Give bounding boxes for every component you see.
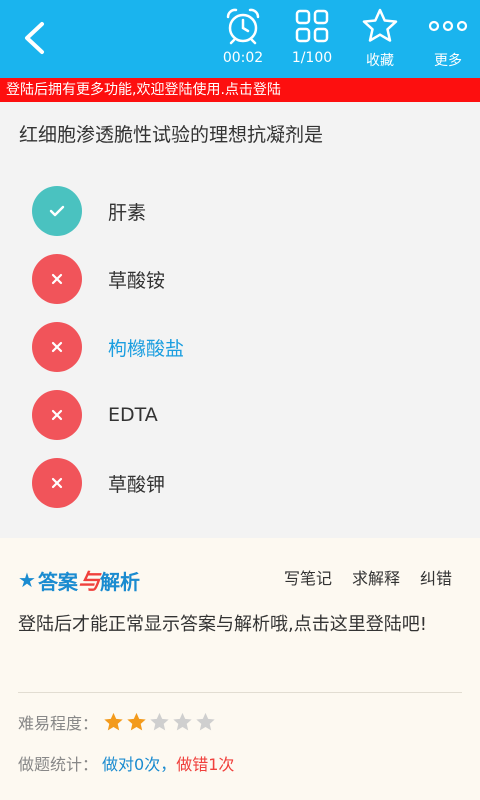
question-text: 红细胞渗透脆性试验的理想抗凝剂是 [19, 124, 324, 146]
login-banner[interactable]: 登陆后拥有更多功能,欢迎登陆使用.点击登陆 [0, 78, 480, 102]
star-filled-icon [127, 712, 146, 731]
request-explanation-button[interactable]: 求解释 [352, 565, 400, 589]
wrong-marker [32, 322, 82, 372]
favorite-button[interactable]: 收藏 [347, 4, 413, 74]
star-empty-icon [173, 712, 192, 731]
stats-correct-count: 做对0次， [102, 755, 177, 774]
option-a[interactable]: 肝素 [32, 185, 452, 237]
stats-row: 做题统计： 做对0次， 做错1次 [18, 751, 234, 775]
close-icon [51, 341, 63, 353]
stats-wrong-count: 做错1次 [176, 755, 235, 774]
top-toolbar: 00:02 1/100 收藏 更多 [0, 0, 480, 78]
difficulty-label: 难易程度： [18, 714, 99, 733]
more-label: 更多 [434, 53, 462, 69]
favorite-label: 收藏 [366, 53, 394, 69]
back-button[interactable] [14, 18, 54, 58]
timer-button[interactable]: 00:02 [210, 4, 276, 74]
stats-label: 做题统计： [18, 755, 99, 774]
more-dots-icon [428, 20, 468, 32]
wrong-marker [32, 458, 82, 508]
progress-button[interactable]: 1/100 [279, 4, 345, 74]
wrong-marker [32, 254, 82, 304]
back-arrow-icon [25, 22, 44, 54]
write-note-button[interactable]: 写笔记 [284, 565, 332, 589]
option-label: 草酸钾 [108, 473, 166, 496]
option-c[interactable]: 枸橼酸盐 [32, 321, 452, 373]
alarm-clock-icon [226, 8, 260, 45]
check-icon [49, 205, 65, 217]
star-empty-icon [150, 712, 169, 731]
star-bullet-icon: ★ [18, 568, 36, 592]
answer-section-title: ★ 答案 与 解析 [18, 564, 140, 596]
option-label-selected: 枸橼酸盐 [108, 337, 185, 360]
star-filled-icon [104, 712, 123, 731]
answer-panel: ★ 答案 与 解析 写笔记 求解释 纠错 登陆后才能正常显示答案与解析哦,点击这… [0, 538, 480, 800]
option-label: 草酸铵 [108, 269, 166, 292]
option-e[interactable]: 草酸钾 [32, 457, 452, 509]
option-d[interactable]: EDTA [32, 389, 452, 441]
option-label: 肝素 [108, 201, 147, 224]
title-and: 与 [77, 570, 100, 595]
star-outline-icon [362, 8, 398, 42]
wrong-marker [32, 390, 82, 440]
divider [18, 692, 462, 693]
difficulty-row: 难易程度： [18, 710, 217, 734]
option-label: EDTA [108, 404, 158, 426]
difficulty-stars [102, 711, 217, 733]
correct-marker [32, 186, 82, 236]
grid-icon [295, 9, 329, 43]
option-b[interactable]: 草酸铵 [32, 253, 452, 305]
report-error-button[interactable]: 纠错 [420, 565, 452, 589]
timer-label: 00:02 [222, 50, 264, 66]
progress-label: 1/100 [291, 50, 333, 66]
close-icon [51, 273, 63, 285]
close-icon [51, 477, 63, 489]
title-answer: 答案 [37, 569, 78, 594]
close-icon [51, 409, 63, 421]
login-to-view-message[interactable]: 登陆后才能正常显示答案与解析哦,点击这里登陆吧! [18, 610, 464, 640]
star-empty-icon [196, 712, 215, 731]
title-analysis: 解析 [99, 569, 140, 594]
more-button[interactable]: 更多 [415, 4, 480, 74]
